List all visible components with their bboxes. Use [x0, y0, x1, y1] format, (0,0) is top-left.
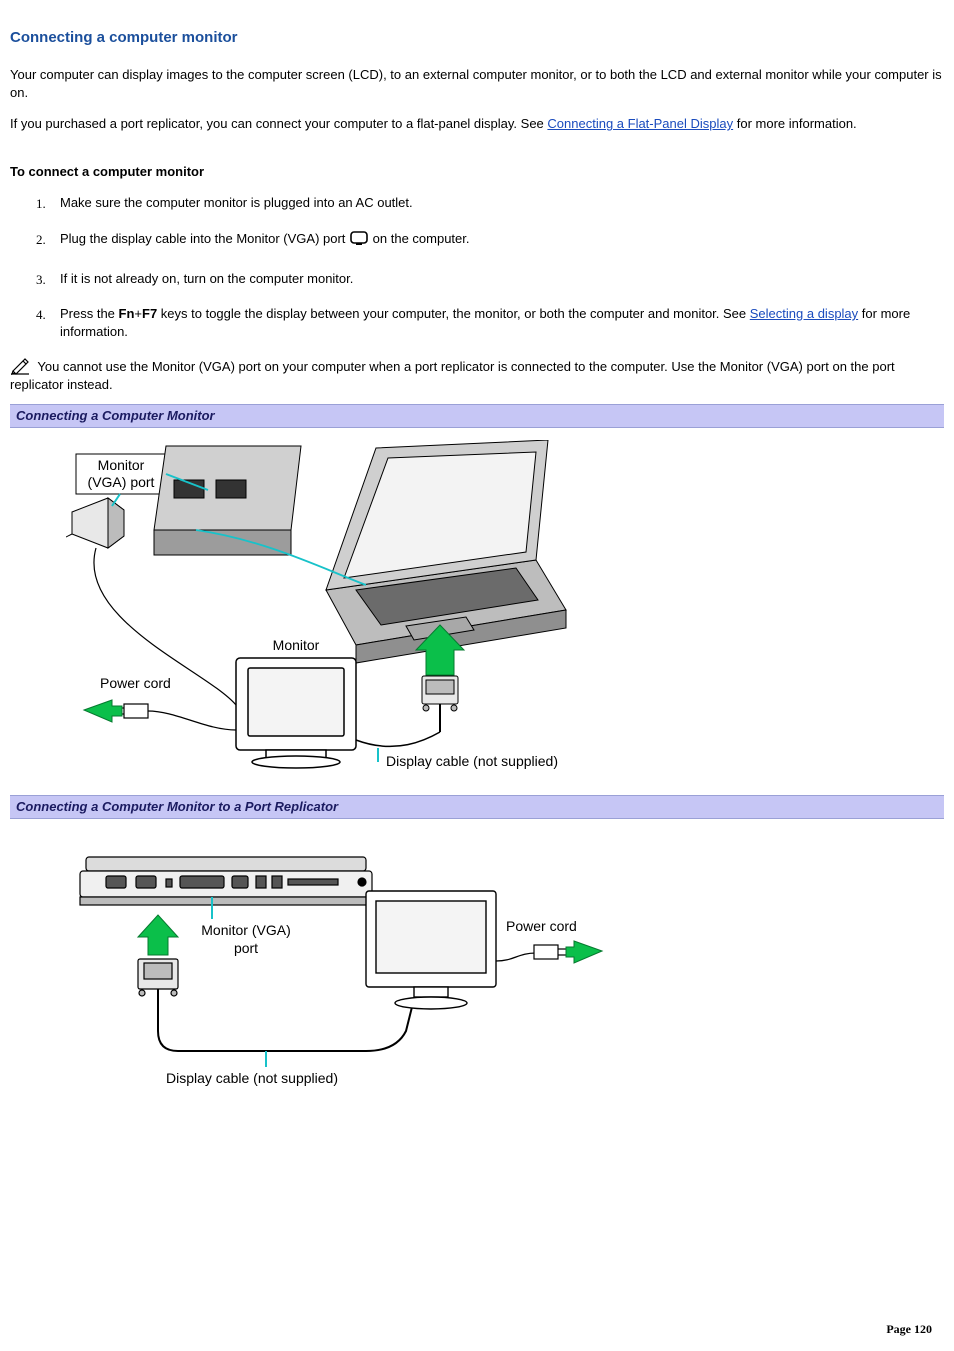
step-4-plus: + — [134, 306, 142, 321]
subheading: To connect a computer monitor — [10, 163, 944, 181]
note-text: You cannot use the Monitor (VGA) port on… — [10, 359, 895, 392]
intro2-text-b: for more information. — [733, 116, 857, 131]
note: You cannot use the Monitor (VGA) port on… — [10, 358, 944, 394]
step-2-text-a: Plug the display cable into the Monitor … — [60, 231, 349, 246]
figure-1: Monitor (VGA) port — [10, 436, 944, 785]
fig1-label-power: Power cord — [100, 675, 171, 691]
fig1-label-cable: Display cable (not supplied) — [386, 753, 558, 769]
note-icon — [10, 358, 32, 376]
fig1-label-vga-b: (VGA) port — [88, 474, 155, 490]
key-fn: Fn — [119, 306, 135, 321]
fig2-label-vga-b: port — [234, 940, 258, 956]
fig2-label-power: Power cord — [506, 918, 577, 934]
link-selecting-display[interactable]: Selecting a display — [750, 306, 858, 321]
link-flat-panel[interactable]: Connecting a Flat-Panel Display — [547, 116, 733, 131]
step-2-text-b: on the computer. — [369, 231, 469, 246]
steps-list: Make sure the computer monitor is plugge… — [36, 194, 944, 340]
fig2-label-cable: Display cable (not supplied) — [166, 1070, 338, 1086]
figure-2-caption: Connecting a Computer Monitor to a Port … — [10, 795, 944, 820]
fig1-label-vga-a: Monitor — [98, 457, 145, 473]
fig2-label-vga-a: Monitor (VGA) — [201, 922, 290, 938]
figure-1-caption: Connecting a Computer Monitor — [10, 404, 944, 429]
step-3: If it is not already on, turn on the com… — [36, 270, 944, 288]
figure-2: Monitor (VGA) port Power cord — [10, 827, 944, 1106]
key-f7: F7 — [142, 306, 157, 321]
step-4-text-a: Press the — [60, 306, 119, 321]
intro-paragraph-1: Your computer can display images to the … — [10, 66, 944, 101]
intro2-text-a: If you purchased a port replicator, you … — [10, 116, 547, 131]
step-4-text-b: keys to toggle the display between your … — [157, 306, 750, 321]
monitor-icon — [349, 231, 369, 252]
step-1: Make sure the computer monitor is plugge… — [36, 194, 944, 212]
step-2: Plug the display cable into the Monitor … — [36, 230, 944, 252]
fig1-label-monitor: Monitor — [273, 637, 320, 653]
page-number: Page 120 — [886, 1321, 932, 1337]
step-4: Press the Fn+F7 keys to toggle the displ… — [36, 305, 944, 340]
intro-paragraph-2: If you purchased a port replicator, you … — [10, 115, 944, 133]
section-title: Connecting a computer monitor — [10, 28, 944, 48]
